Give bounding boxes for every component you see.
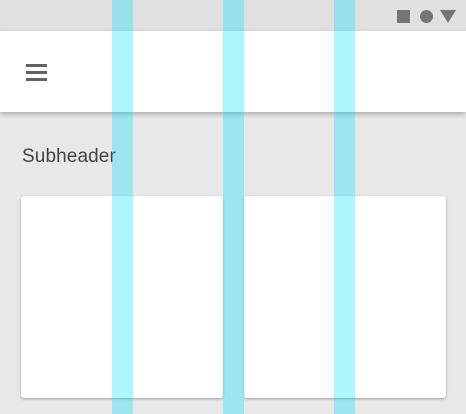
app-bar: [0, 31, 466, 112]
square-icon: [397, 10, 410, 23]
card[interactable]: [244, 196, 446, 398]
status-bar: [0, 0, 466, 31]
triangle-icon: [440, 10, 456, 23]
card[interactable]: [21, 196, 223, 398]
subheader: Subheader: [22, 146, 116, 167]
circle-icon: [420, 10, 433, 23]
menu-button[interactable]: [16, 53, 56, 93]
